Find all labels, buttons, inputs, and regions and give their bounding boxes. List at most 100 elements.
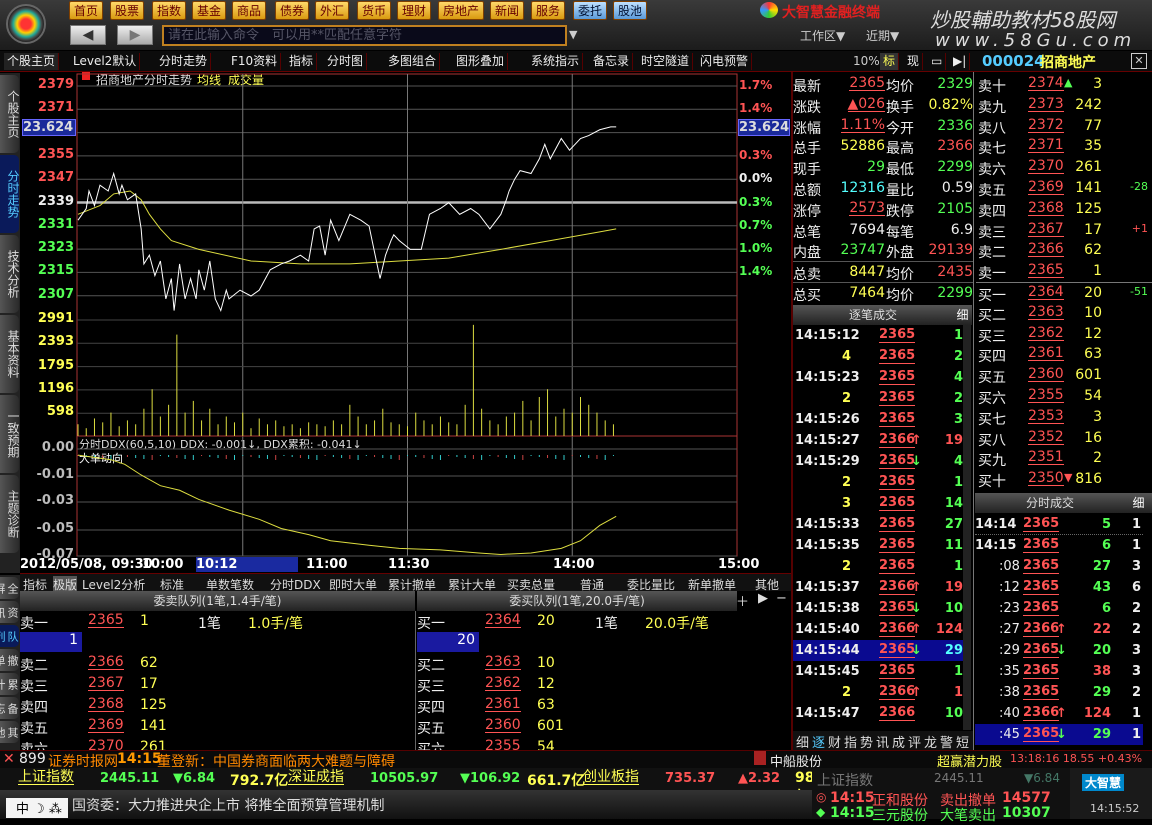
- tick-row[interactable]: 14:15:27 2366 ↑ 19: [793, 430, 963, 451]
- minute-count: 3: [1131, 643, 1141, 658]
- ticks-tab[interactable]: 讯: [876, 732, 889, 751]
- time-tick: 11:00: [306, 557, 348, 572]
- minute-time: :45: [999, 727, 1020, 742]
- quote-value: 8447: [849, 264, 885, 281]
- level-label: 卖三: [978, 224, 1006, 241]
- minute-row[interactable]: :29 2365 ↓ 20 3: [975, 640, 1143, 661]
- tick-time: 4: [841, 349, 851, 364]
- tick-price: 2365: [879, 537, 916, 553]
- left-tab-2[interactable]: 其他: [0, 721, 19, 743]
- close-icon[interactable]: ✕: [1131, 53, 1147, 69]
- tab-standard[interactable]: 标: [880, 53, 900, 70]
- tick-time: 14:15:37: [795, 580, 860, 595]
- ticks-tab[interactable]: 指: [844, 732, 857, 751]
- minute-row[interactable]: :12 2365 43 6: [975, 577, 1143, 598]
- ticks-tab[interactable]: 逐: [812, 732, 825, 751]
- play-icon[interactable]: ▶|: [950, 53, 971, 70]
- minute-row[interactable]: :38 2365 29 2: [975, 682, 1143, 703]
- queue-order[interactable]: 1: [20, 632, 82, 652]
- tick-row[interactable]: 14:15:26 2365 3: [793, 409, 963, 430]
- minute-row[interactable]: :27 2366 ↑ 22 2: [975, 619, 1143, 640]
- left-tab-2[interactable]: 队列: [0, 625, 19, 647]
- minute-row[interactable]: 14:15 2365 6 1: [975, 535, 1143, 556]
- left-tab-2[interactable]: 撤单: [0, 649, 19, 671]
- minute-row[interactable]: :45 2365 ↓ 29 1: [975, 724, 1143, 745]
- recent-menu[interactable]: 近期▼: [866, 27, 899, 44]
- quote-row: 总笔 7694 每笔 6.9: [793, 220, 973, 241]
- level-price: 2350: [1028, 470, 1064, 487]
- ticks-tab[interactable]: 财: [828, 732, 841, 751]
- minute-row[interactable]: :23 2365 6 2: [975, 598, 1143, 619]
- tick-row[interactable]: 14:15:38 2365 ↓ 10: [793, 598, 963, 619]
- down-arrow-icon: ↓: [1056, 727, 1067, 742]
- tab-current[interactable]: 现: [904, 53, 924, 70]
- tick-row[interactable]: 14:15:29 2365 ↓ 4: [793, 451, 963, 472]
- tick-row[interactable]: 14:15:35 2365 11: [793, 535, 963, 556]
- tick-volume: 11: [944, 538, 963, 553]
- tick-row[interactable]: 14:15:33 2365 27: [793, 514, 963, 535]
- workspace-menu[interactable]: 工作区▼: [800, 27, 845, 44]
- minus-icon[interactable]: −: [776, 591, 787, 606]
- minute-row[interactable]: 14:14 2365 5 1: [975, 514, 1143, 535]
- close-ticker-icon[interactable]: ✕: [3, 751, 15, 767]
- queue-cell: 2362: [485, 675, 521, 691]
- left-tab-2[interactable]: 资讯: [0, 601, 19, 623]
- quote-value: 2365: [849, 75, 885, 91]
- window-icon[interactable]: ▭: [928, 53, 947, 70]
- ticks-tab[interactable]: 警: [940, 732, 953, 751]
- ticks-tab[interactable]: 评: [908, 732, 921, 751]
- orderbook-row: 卖五 2369 141 -28: [976, 178, 1152, 199]
- tick-time: 14:15:35: [795, 538, 860, 553]
- ticks-tab[interactable]: 成: [892, 732, 905, 751]
- tick-row[interactable]: 3 2365 14: [793, 493, 963, 514]
- tick-row[interactable]: 14:15:37 2366 ↑ 19: [793, 577, 963, 598]
- index-name[interactable]: 深证成指: [288, 770, 344, 785]
- tick-row[interactable]: 14:15:12 2365 1: [793, 325, 963, 346]
- minute-price: 2365: [1023, 600, 1060, 616]
- ticks-tab[interactable]: 短: [956, 732, 969, 751]
- quote-value: 1.11%: [840, 116, 885, 133]
- intraday-chart[interactable]: [0, 0, 792, 575]
- queue-cell: 1笔: [198, 616, 221, 632]
- tick-time: 2: [841, 475, 851, 490]
- minute-volume: 38: [1092, 664, 1111, 679]
- tick-row[interactable]: 2 2366 ↑ 1: [793, 682, 963, 703]
- queue-order[interactable]: 20: [417, 632, 479, 652]
- ticks-scrollbar[interactable]: [963, 325, 971, 730]
- tick-row[interactable]: 14:15:45 2365 1: [793, 661, 963, 682]
- left-tab-2[interactable]: 备忘: [0, 697, 19, 719]
- tick-row[interactable]: 2 2365 1: [793, 472, 963, 493]
- tick-row[interactable]: 2 2365 2: [793, 388, 963, 409]
- index-name[interactable]: 创业板指: [583, 770, 639, 785]
- headline-text[interactable]: 国资委：大力推进央企上市 将推全面预算管理机制: [72, 795, 384, 815]
- orderbook-row: 买十 2350 ▼ 816: [976, 469, 1152, 490]
- next-icon[interactable]: ▶: [758, 591, 768, 606]
- ticks-tab[interactable]: 龙: [924, 732, 937, 751]
- minute-row[interactable]: :40 2366 ↑ 124 1: [975, 703, 1143, 724]
- minute-row[interactable]: :08 2365 27 3: [975, 556, 1143, 577]
- add-icon[interactable]: ＋: [736, 591, 749, 610]
- ticks-tab[interactable]: 细: [796, 732, 809, 751]
- ticks-tab[interactable]: 势: [860, 732, 873, 751]
- tick-row[interactable]: 4 2365 2: [793, 346, 963, 367]
- zoom-level[interactable]: 10%: [850, 53, 884, 70]
- queue-cell: 2360: [485, 717, 521, 733]
- tick-row[interactable]: 14:15:23 2365 4: [793, 367, 963, 388]
- tick-row[interactable]: 2 2365 1: [793, 556, 963, 577]
- orderbook-row: 买一 2364 20 -51: [976, 281, 1152, 304]
- ime-indicator[interactable]: 中 ☽ ⁂: [6, 798, 68, 818]
- tick-row[interactable]: 14:15:47 2366 10: [793, 703, 963, 724]
- minute-detail-button[interactable]: 细: [1125, 493, 1152, 513]
- tick-row[interactable]: 14:15:40 2366 ↑ 124: [793, 619, 963, 640]
- left-tab-2[interactable]: 累计: [0, 673, 19, 695]
- left-tab-2[interactable]: 全屏: [0, 577, 19, 599]
- level-price: 2353: [1028, 407, 1064, 424]
- queue-cell: 买四: [417, 700, 445, 716]
- minute-row[interactable]: :35 2365 38 3: [975, 661, 1143, 682]
- tick-row[interactable]: 14:15:44 2365 ↓ 29: [793, 640, 963, 661]
- ticks-detail-button[interactable]: 细: [953, 305, 972, 325]
- alert-stock[interactable]: 三元股份: [872, 805, 928, 825]
- minute-trades-list: 14:14 2365 5 1 14:15 2365 6 1:08 2365 27 3:12 2365 4…: [975, 514, 1143, 745]
- level-label: 卖二: [978, 245, 1006, 262]
- index-name[interactable]: 上证指数: [18, 770, 74, 785]
